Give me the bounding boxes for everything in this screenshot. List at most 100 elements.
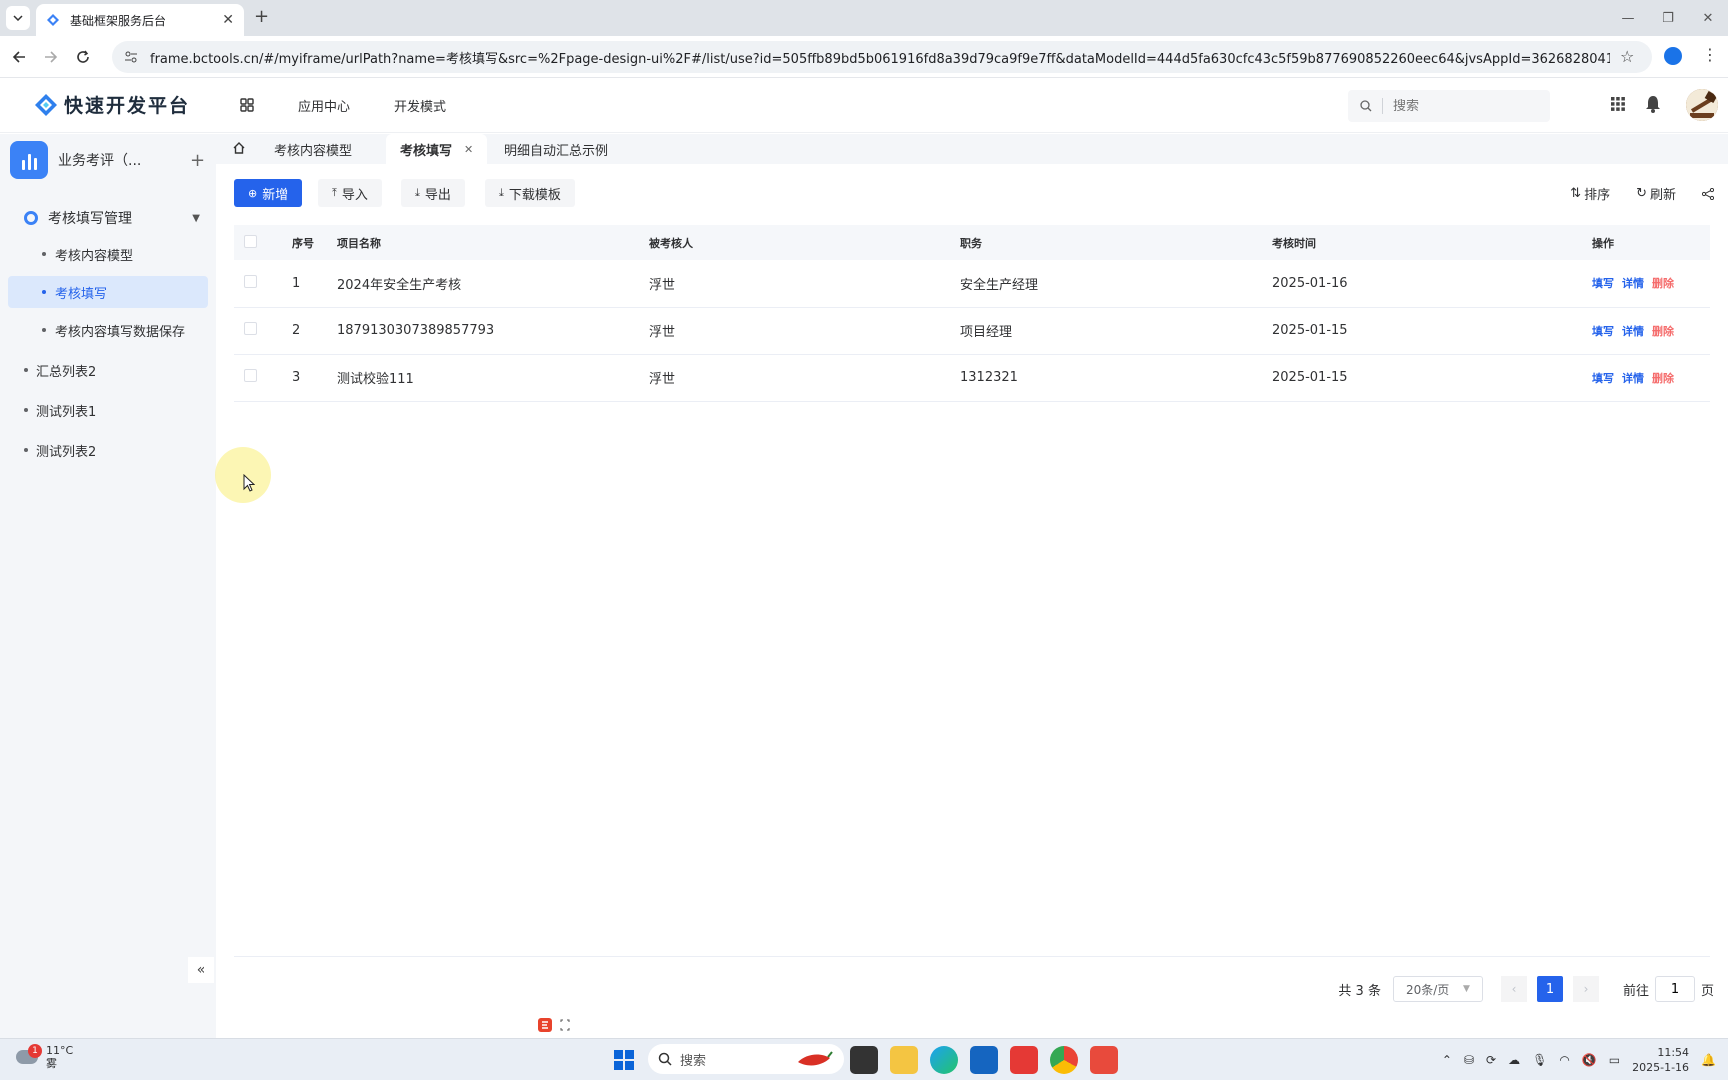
ime-logo-icon[interactable] [538,1018,552,1032]
cell-no: 2 [292,323,301,338]
add-icon[interactable]: + [190,150,205,171]
sidebar-item-content-model[interactable]: 考核内容模型 [8,238,208,270]
battery-icon[interactable]: ▭ [1609,1053,1620,1067]
select-all-checkbox[interactable] [244,234,257,248]
page-size-select[interactable]: 20条/页 ▼ [1392,976,1483,1002]
network-share-icon[interactable]: ⛁ [1464,1053,1474,1067]
microphone-icon[interactable]: 🎙 [1532,1053,1547,1067]
user-avatar[interactable] [1686,89,1718,121]
restore-icon[interactable]: ❐ [1648,0,1688,36]
app-switcher[interactable]: 业务考评（... [10,140,206,180]
search-input[interactable] [1393,98,1513,114]
wifi-icon[interactable]: ◠ [1559,1053,1569,1067]
sidebar: 业务考评（... + 考核填写管理 ▼ 考核内容模型 考核填写 考核内容填写数据… [0,134,216,1038]
next-page-icon[interactable]: › [1572,976,1599,1002]
edge-browser-icon[interactable] [930,1046,958,1074]
app-grid-icon[interactable] [240,98,254,112]
cell-name: 测试校验111 [337,372,414,387]
platform-logo[interactable]: 快速开发平台 [34,91,190,118]
apps-menu-icon[interactable] [1610,96,1626,112]
fill-link[interactable]: 填写 [1592,277,1614,290]
global-search[interactable] [1348,90,1550,122]
add-button[interactable]: ⊕ 新增 [234,179,303,207]
prev-page-icon[interactable]: ‹ [1500,976,1527,1002]
tab-detail-summary[interactable]: 明细自动汇总示例 [490,134,622,164]
tab-assessment-fill[interactable]: 考核填写 ✕ [386,134,488,164]
close-tab-icon[interactable]: ✕ [222,12,234,28]
import-button[interactable]: ⤒ 导入 [318,179,382,207]
menu-group-assessment-fill[interactable]: 考核填写管理 ▼ [8,200,208,236]
sidebar-item-test-list-2[interactable]: 测试列表2 [8,434,208,466]
sidebar-item-label: 考核填写 [55,286,108,302]
export-button[interactable]: ⤓ 导出 [401,179,465,207]
detail-link[interactable]: 详情 [1622,277,1644,290]
refresh-button[interactable]: ↻ 刷新 [1636,184,1676,203]
delete-link[interactable]: 删除 [1652,325,1674,338]
speaker-muted-icon[interactable]: 🔇 [1582,1053,1597,1067]
page-number-current[interactable]: 1 [1536,976,1563,1002]
fill-link[interactable]: 填写 [1592,372,1614,385]
notification-badge: 1 [28,1044,42,1058]
row-checkbox[interactable] [244,274,257,288]
windows-start-icon[interactable] [614,1050,634,1070]
taskbar-app-red-icon[interactable] [1090,1046,1118,1074]
minimize-icon[interactable]: — [1608,0,1648,36]
download-template-button[interactable]: ⤓ 下载模板 [485,179,575,207]
sync-icon[interactable]: ⟳ [1486,1053,1496,1067]
nav-app-center[interactable]: 应用中心 [298,96,350,115]
site-info-icon[interactable] [124,50,138,64]
chrome-browser-icon[interactable] [1050,1046,1078,1074]
sidebar-item-test-list-1[interactable]: 测试列表1 [8,394,208,426]
weather-widget[interactable]: 1 11°C 雾 [16,1044,73,1070]
wps-office-icon[interactable] [1010,1046,1038,1074]
close-window-icon[interactable]: ✕ [1688,0,1728,36]
cell-no: 1 [292,275,301,291]
nav-dev-mode[interactable]: 开发模式 [394,96,446,115]
cell-actions: 填写 详情 删除 [1592,307,1710,354]
browser-menu-icon[interactable]: ⋮ [1702,45,1718,64]
goto-page-input[interactable] [1654,976,1695,1002]
search-icon [658,1052,672,1066]
window-controls: — ❐ ✕ [1608,0,1728,36]
reload-icon[interactable] [72,46,94,68]
taskbar-app-terminal-icon[interactable] [850,1046,878,1074]
row-checkbox[interactable] [244,369,257,382]
share-icon[interactable] [1702,184,1714,203]
forward-icon[interactable] [40,46,62,68]
delete-link[interactable]: 删除 [1652,277,1674,290]
chevron-down-icon: ▼ [1463,984,1470,994]
sidebar-item-summary-list-2[interactable]: 汇总列表2 [8,354,208,386]
back-icon[interactable] [8,46,30,68]
bell-icon[interactable] [1645,95,1661,113]
detail-link[interactable]: 详情 [1622,325,1644,338]
browser-tab[interactable]: 基础框架服务后台 ✕ [36,4,244,36]
browser-tab-title: 基础框架服务后台 [70,13,167,28]
home-icon[interactable] [232,141,246,155]
sort-button[interactable]: ⇅ 排序 [1570,184,1610,203]
fill-link[interactable]: 填写 [1592,325,1614,338]
ime-options-icon[interactable] [560,1019,570,1031]
collapse-sidebar-button[interactable]: « [188,957,214,983]
taskbar-search-label: 搜索 [680,1053,707,1069]
new-tab-button[interactable]: + [254,6,269,27]
tray-expand-icon[interactable]: ⌃ [1442,1053,1452,1067]
sidebar-item-data-save[interactable]: 考核内容填写数据保存 [8,314,208,346]
close-tab-icon[interactable]: ✕ [464,143,473,156]
delete-link[interactable]: 删除 [1652,372,1674,385]
bookmark-star-icon[interactable]: ☆ [1620,47,1634,66]
detail-link[interactable]: 详情 [1622,372,1644,385]
system-tray: ⌃ ⛁ ⟳ ☁ 🎙 ◠ 🔇 ▭ 11:54 2025-1-16 🔔 [1442,1039,1728,1080]
tab-search-button[interactable] [6,6,30,30]
notification-bell-icon[interactable]: 🔔 [1701,1053,1716,1067]
taskbar-app-window-icon[interactable] [970,1046,998,1074]
file-explorer-icon[interactable] [890,1046,918,1074]
address-bar[interactable]: frame.bctools.cn/#/myiframe/urlPath?name… [112,41,1652,73]
sidebar-item-assessment-fill[interactable]: 考核填写 [8,276,208,308]
taskbar-search[interactable]: 搜索 [648,1044,844,1074]
button-label: 新增 [262,187,289,203]
row-checkbox[interactable] [244,322,257,335]
profile-icon[interactable] [1664,47,1682,65]
system-clock[interactable]: 11:54 2025-1-16 [1632,1045,1689,1075]
onedrive-cloud-icon[interactable]: ☁ [1508,1053,1520,1067]
tab-content-model[interactable]: 考核内容模型 [260,134,366,164]
